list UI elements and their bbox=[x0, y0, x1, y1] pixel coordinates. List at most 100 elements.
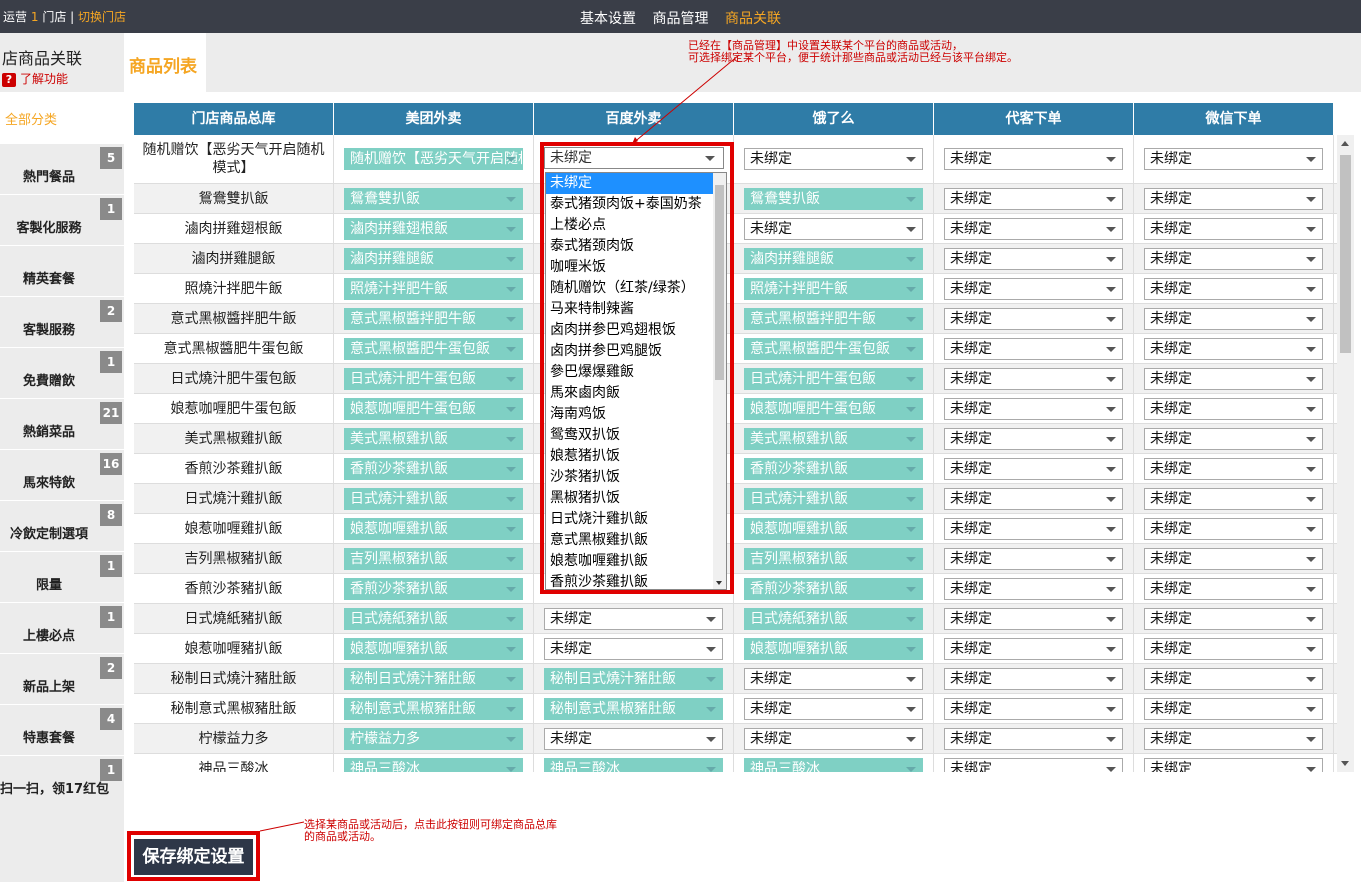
dropdown-option[interactable]: 马来特制辣酱 bbox=[546, 299, 714, 320]
platform-binding-select[interactable]: 未绑定 bbox=[544, 728, 723, 750]
platform-binding-select[interactable]: 未绑定 bbox=[944, 148, 1123, 170]
dropdown-option[interactable]: 上楼必点 bbox=[546, 215, 714, 236]
platform-binding-select[interactable]: 香煎沙茶豬扒飯 bbox=[344, 578, 523, 600]
platform-binding-select[interactable]: 日式燒汁雞扒飯 bbox=[744, 488, 923, 510]
platform-binding-select[interactable]: 未绑定 bbox=[944, 698, 1123, 720]
platform-binding-select[interactable]: 娘惹咖喱豬扒飯 bbox=[744, 638, 923, 660]
platform-binding-select[interactable]: 未绑定 bbox=[1144, 218, 1323, 240]
dropdown-option[interactable]: 卤肉拼参巴鸡腿饭 bbox=[546, 341, 714, 362]
platform-binding-select[interactable]: 意式黑椒醬肥牛蛋包飯 bbox=[344, 338, 523, 360]
platform-binding-select[interactable]: 未绑定 bbox=[944, 338, 1123, 360]
platform-binding-select[interactable]: 日式燒汁肥牛蛋包飯 bbox=[344, 368, 523, 390]
platform-binding-select[interactable]: 未绑定 bbox=[744, 728, 923, 750]
tab-product-list[interactable]: 商品列表 bbox=[124, 33, 206, 92]
platform-binding-select[interactable]: 未绑定 bbox=[1144, 758, 1323, 772]
platform-binding-select[interactable]: 未绑定 bbox=[1144, 248, 1323, 270]
platform-binding-select[interactable]: 未绑定 bbox=[744, 148, 923, 170]
platform-binding-select[interactable]: 未绑定 bbox=[1144, 278, 1323, 300]
platform-binding-select[interactable]: 秘制意式黑椒豬肚飯 bbox=[544, 698, 723, 720]
sidebar-item-category[interactable]: 客製化服務 1 bbox=[0, 194, 124, 245]
dropdown-option[interactable]: 馬來鹵肉飯 bbox=[546, 383, 714, 404]
platform-binding-select[interactable]: 香煎沙茶豬扒飯 bbox=[744, 578, 923, 600]
dropdown-option[interactable]: 未绑定 bbox=[546, 173, 714, 194]
scroll-thumb[interactable] bbox=[1340, 155, 1351, 353]
platform-binding-select[interactable]: 未绑定 bbox=[544, 608, 723, 630]
platform-binding-select[interactable]: 吉列黑椒豬扒飯 bbox=[344, 548, 523, 570]
platform-binding-select[interactable]: 香煎沙茶雞扒飯 bbox=[344, 458, 523, 480]
platform-binding-select[interactable]: 未绑定 bbox=[944, 458, 1123, 480]
platform-binding-select[interactable]: 未绑定 bbox=[944, 218, 1123, 240]
platform-binding-select[interactable]: 未绑定 bbox=[944, 578, 1123, 600]
platform-binding-select[interactable]: 未绑定 bbox=[944, 188, 1123, 210]
dropdown-scroll-down-icon[interactable] bbox=[716, 581, 722, 585]
platform-binding-select[interactable]: 娘惹咖喱肥牛蛋包飯 bbox=[744, 398, 923, 420]
platform-binding-select[interactable]: 未绑定 bbox=[1144, 698, 1323, 720]
dropdown-scrollbar[interactable] bbox=[713, 173, 726, 589]
sidebar-item-category[interactable]: 上樓必点 1 bbox=[0, 602, 124, 653]
platform-binding-select[interactable]: 未绑定 bbox=[1144, 728, 1323, 750]
platform-binding-select[interactable]: 未绑定 bbox=[944, 488, 1123, 510]
platform-binding-select[interactable]: 照燒汁拌肥牛飯 bbox=[344, 278, 523, 300]
sidebar-item-category[interactable]: 免費贈飲 1 bbox=[0, 347, 124, 398]
platform-binding-select[interactable]: 未绑定 bbox=[1144, 188, 1323, 210]
sidebar-item-category[interactable]: 新品上架 2 bbox=[0, 653, 124, 704]
platform-binding-select[interactable]: 娘惹咖喱肥牛蛋包飯 bbox=[344, 398, 523, 420]
table-scrollbar[interactable] bbox=[1337, 135, 1354, 772]
sidebar-item-category[interactable]: 精英套餐 bbox=[0, 245, 124, 296]
platform-binding-select[interactable]: 日式燒紙豬扒飯 bbox=[744, 608, 923, 630]
platform-binding-select[interactable]: 未绑定 bbox=[1144, 398, 1323, 420]
platform-binding-select[interactable]: 未绑定 bbox=[944, 668, 1123, 690]
dropdown-option[interactable]: 卤肉拼参巴鸡翅根饭 bbox=[546, 320, 714, 341]
platform-binding-select[interactable]: 滷肉拼雞腿飯 bbox=[344, 248, 523, 270]
platform-binding-select[interactable]: 柠檬益力多 bbox=[344, 728, 523, 750]
platform-binding-select[interactable]: 未绑定 bbox=[944, 278, 1123, 300]
scroll-up-icon[interactable] bbox=[1341, 141, 1349, 146]
platform-binding-select[interactable]: 未绑定 bbox=[1144, 338, 1323, 360]
nav-basic-settings[interactable]: 基本设置 bbox=[580, 11, 636, 27]
platform-binding-select[interactable]: 娘惹咖喱雞扒飯 bbox=[744, 518, 923, 540]
platform-binding-select[interactable]: 未绑定 bbox=[944, 638, 1123, 660]
dropdown-option[interactable]: 香煎沙茶雞扒飯 bbox=[546, 572, 714, 589]
dropdown-option[interactable]: 泰式猪颈肉饭 bbox=[546, 236, 714, 257]
nav-product-association[interactable]: 商品关联 bbox=[725, 11, 781, 27]
platform-binding-select[interactable]: 未绑定 bbox=[944, 248, 1123, 270]
platform-binding-select[interactable]: 未绑定 bbox=[1144, 668, 1323, 690]
platform-binding-select[interactable]: 美式黑椒雞扒飯 bbox=[344, 428, 523, 450]
platform-binding-select[interactable]: 未绑定 bbox=[944, 728, 1123, 750]
save-binding-button[interactable]: 保存绑定设置 bbox=[134, 839, 253, 875]
platform-binding-select[interactable]: 娘惹咖喱豬扒飯 bbox=[344, 638, 523, 660]
platform-binding-select[interactable]: 未绑定 bbox=[944, 308, 1123, 330]
platform-binding-select[interactable]: 香煎沙茶雞扒飯 bbox=[744, 458, 923, 480]
platform-binding-select[interactable]: 未绑定 bbox=[1144, 488, 1323, 510]
dropdown-option[interactable]: 鸳鸯双扒饭 bbox=[546, 425, 714, 446]
platform-binding-select[interactable]: 未绑定 bbox=[1144, 308, 1323, 330]
platform-binding-select[interactable]: 日式燒汁雞扒飯 bbox=[344, 488, 523, 510]
nav-product-management[interactable]: 商品管理 bbox=[653, 11, 709, 27]
sidebar-item-category[interactable]: 特惠套餐 4 bbox=[0, 704, 124, 755]
platform-binding-select[interactable]: 未绑定 bbox=[944, 368, 1123, 390]
platform-binding-select[interactable]: 未绑定 bbox=[944, 398, 1123, 420]
platform-binding-select[interactable]: 未绑定 bbox=[944, 428, 1123, 450]
dropdown-list[interactable]: 未绑定 泰式猪颈肉饭+泰国奶茶 上楼必点 泰式猪颈肉饭 咖喱米饭 随机赠饮（红茶/绿茶）马… bbox=[545, 172, 727, 590]
platform-binding-select[interactable]: 神品三酸冰 bbox=[744, 758, 923, 772]
sidebar-item-category[interactable]: 限量 1 bbox=[0, 551, 124, 602]
platform-binding-select[interactable]: 日式燒汁肥牛蛋包飯 bbox=[744, 368, 923, 390]
sidebar-item-category[interactable]: 冷飲定制選項 8 bbox=[0, 500, 124, 551]
platform-binding-select[interactable]: 未绑定 bbox=[1144, 578, 1323, 600]
sidebar-item-category[interactable]: 熱門餐品 5 bbox=[0, 143, 124, 194]
platform-binding-select[interactable]: 鴛鴦雙扒飯 bbox=[344, 188, 523, 210]
platform-binding-select[interactable]: 未绑定 bbox=[744, 698, 923, 720]
dropdown-option[interactable]: 參巴爆爆雞飯 bbox=[546, 362, 714, 383]
platform-binding-select[interactable]: 未绑定 bbox=[1144, 368, 1323, 390]
sidebar-item-category[interactable]: 馬來特飲 16 bbox=[0, 449, 124, 500]
platform-binding-select[interactable]: 未绑定 bbox=[1144, 148, 1323, 170]
platform-binding-select[interactable]: 未绑定 bbox=[1144, 548, 1323, 570]
platform-binding-select[interactable]: 未绑定 bbox=[1144, 638, 1323, 660]
sidebar-item-category[interactable]: 扫一扫，领17红包 1 bbox=[0, 755, 124, 806]
platform-binding-select[interactable]: 吉列黑椒豬扒飯 bbox=[744, 548, 923, 570]
platform-binding-select[interactable]: 随机赠饮【恶劣天气开启随机模式】 bbox=[344, 148, 523, 170]
platform-binding-select[interactable]: 意式黑椒醬拌肥牛飯 bbox=[744, 308, 923, 330]
sidebar-item-category[interactable]: 客製服務 2 bbox=[0, 296, 124, 347]
platform-binding-select[interactable]: 美式黑椒雞扒飯 bbox=[744, 428, 923, 450]
dropdown-option[interactable]: 海南鸡饭 bbox=[546, 404, 714, 425]
